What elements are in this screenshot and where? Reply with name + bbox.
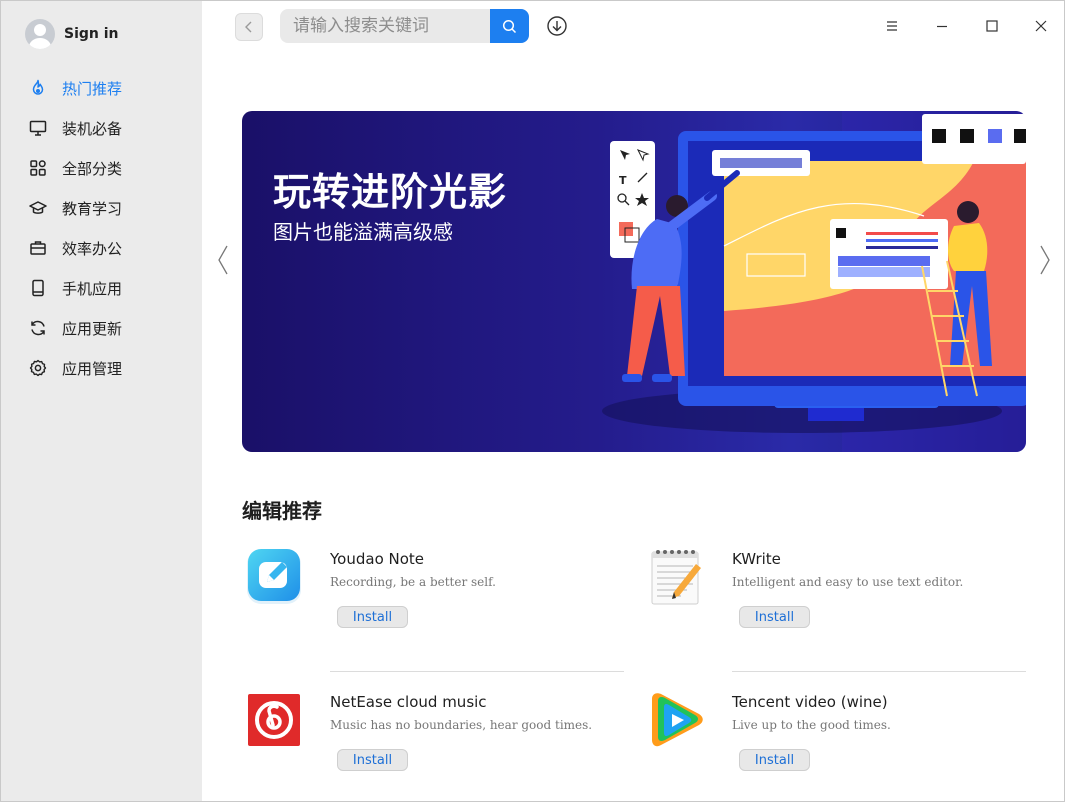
svg-text:T: T (619, 174, 627, 187)
banner-next-button[interactable] (1038, 244, 1052, 276)
close-icon (1035, 20, 1047, 32)
close-button[interactable] (1030, 15, 1052, 37)
sign-in-label: Sign in (64, 26, 119, 42)
phone-icon (32, 279, 44, 297)
app-card-youdao-note[interactable]: Youdao Note Recording, be a better self.… (242, 544, 542, 644)
minimize-button[interactable] (931, 15, 953, 37)
sign-in-button[interactable]: Sign in (25, 19, 119, 49)
sidebar: Sign in 热门推荐 装机必备 全部分类 教育学习 效率办公 手机应用 应用… (1, 1, 202, 801)
refresh-icon (31, 320, 45, 336)
tencent-video-icon (652, 693, 703, 747)
app-name: Youdao Note (330, 550, 425, 568)
app-card-tencent-video[interactable]: Tencent video (wine) Live up to the good… (644, 687, 944, 787)
sidebar-item-essentials[interactable]: 装机必备 (1, 108, 202, 148)
app-description: Live up to the good times. (732, 718, 891, 732)
sidebar-item-categories[interactable]: 全部分类 (1, 148, 202, 188)
sidebar-item-label: 装机必备 (62, 119, 123, 138)
chevron-right-icon (1040, 245, 1050, 275)
youdao-note-icon (247, 549, 301, 604)
app-name: KWrite (732, 550, 781, 568)
search-icon (502, 19, 517, 33)
grid-icon (30, 160, 46, 176)
minimize-icon (937, 25, 947, 28)
sidebar-item-office[interactable]: 效率办公 (1, 228, 202, 268)
sidebar-item-label: 热门推荐 (62, 79, 123, 98)
divider (330, 671, 624, 672)
menu-button[interactable] (881, 15, 903, 37)
sidebar-item-label: 效率办公 (62, 239, 123, 258)
sidebar-item-label: 全部分类 (62, 159, 123, 178)
sidebar-item-label: 教育学习 (62, 199, 123, 218)
chevron-left-icon (245, 21, 252, 33)
featured-banner[interactable]: T 玩转进阶光影 图片也能溢满高级感 (242, 111, 1026, 452)
search-bar (280, 9, 529, 43)
gear-icon (29, 359, 47, 377)
search-button[interactable] (490, 9, 529, 43)
download-button[interactable] (546, 15, 568, 37)
install-button[interactable]: Install (337, 606, 408, 628)
app-name: Tencent video (wine) (732, 693, 888, 711)
app-name: NetEase cloud music (330, 693, 487, 711)
avatar (25, 19, 55, 49)
banner-subtitle: 图片也能溢满高级感 (273, 220, 453, 244)
netease-music-icon (248, 694, 300, 746)
menu-icon (887, 21, 897, 31)
install-button[interactable]: Install (739, 749, 810, 771)
app-store-window: Sign in 热门推荐 装机必备 全部分类 教育学习 效率办公 手机应用 应用… (0, 0, 1065, 802)
section-title: 编辑推荐 (242, 499, 322, 523)
sidebar-item-education[interactable]: 教育学习 (1, 188, 202, 228)
sidebar-item-hot[interactable]: 热门推荐 (1, 68, 202, 108)
sidebar-item-updates[interactable]: 应用更新 (1, 308, 202, 348)
sidebar-item-label: 手机应用 (62, 279, 123, 298)
install-button[interactable]: Install (337, 749, 408, 771)
sidebar-item-label: 应用管理 (62, 359, 123, 378)
monitor-icon (29, 120, 47, 136)
sidebar-item-mobile[interactable]: 手机应用 (1, 268, 202, 308)
divider (732, 671, 1026, 672)
app-card-kwrite[interactable]: KWrite Intelligent and easy to use text … (644, 544, 963, 644)
download-icon (547, 16, 567, 36)
graduation-cap-icon (29, 201, 47, 214)
kwrite-notepad-icon (651, 550, 701, 605)
sidebar-item-label: 应用更新 (62, 319, 123, 338)
banner-illustration: T (602, 111, 1026, 452)
back-button[interactable] (235, 13, 263, 41)
flame-icon (32, 79, 44, 95)
install-button[interactable]: Install (739, 606, 810, 628)
banner-title: 玩转进阶光影 (273, 170, 508, 214)
app-description: Music has no boundaries, hear good times… (330, 718, 593, 732)
app-description: Recording, be a better self. (330, 575, 496, 589)
banner-prev-button[interactable] (216, 244, 230, 276)
chevron-left-icon (218, 245, 228, 275)
sidebar-nav: 热门推荐 装机必备 全部分类 教育学习 效率办公 手机应用 应用更新 应用管理 (1, 68, 202, 388)
briefcase-icon (30, 241, 46, 255)
app-description: Intelligent and easy to use text editor. (732, 575, 964, 589)
app-card-netease-music[interactable]: NetEase cloud music Music has no boundar… (242, 687, 592, 787)
maximize-button[interactable] (981, 15, 1003, 37)
maximize-icon (986, 20, 998, 32)
search-input[interactable] (280, 9, 490, 43)
sidebar-item-manage[interactable]: 应用管理 (1, 348, 202, 388)
